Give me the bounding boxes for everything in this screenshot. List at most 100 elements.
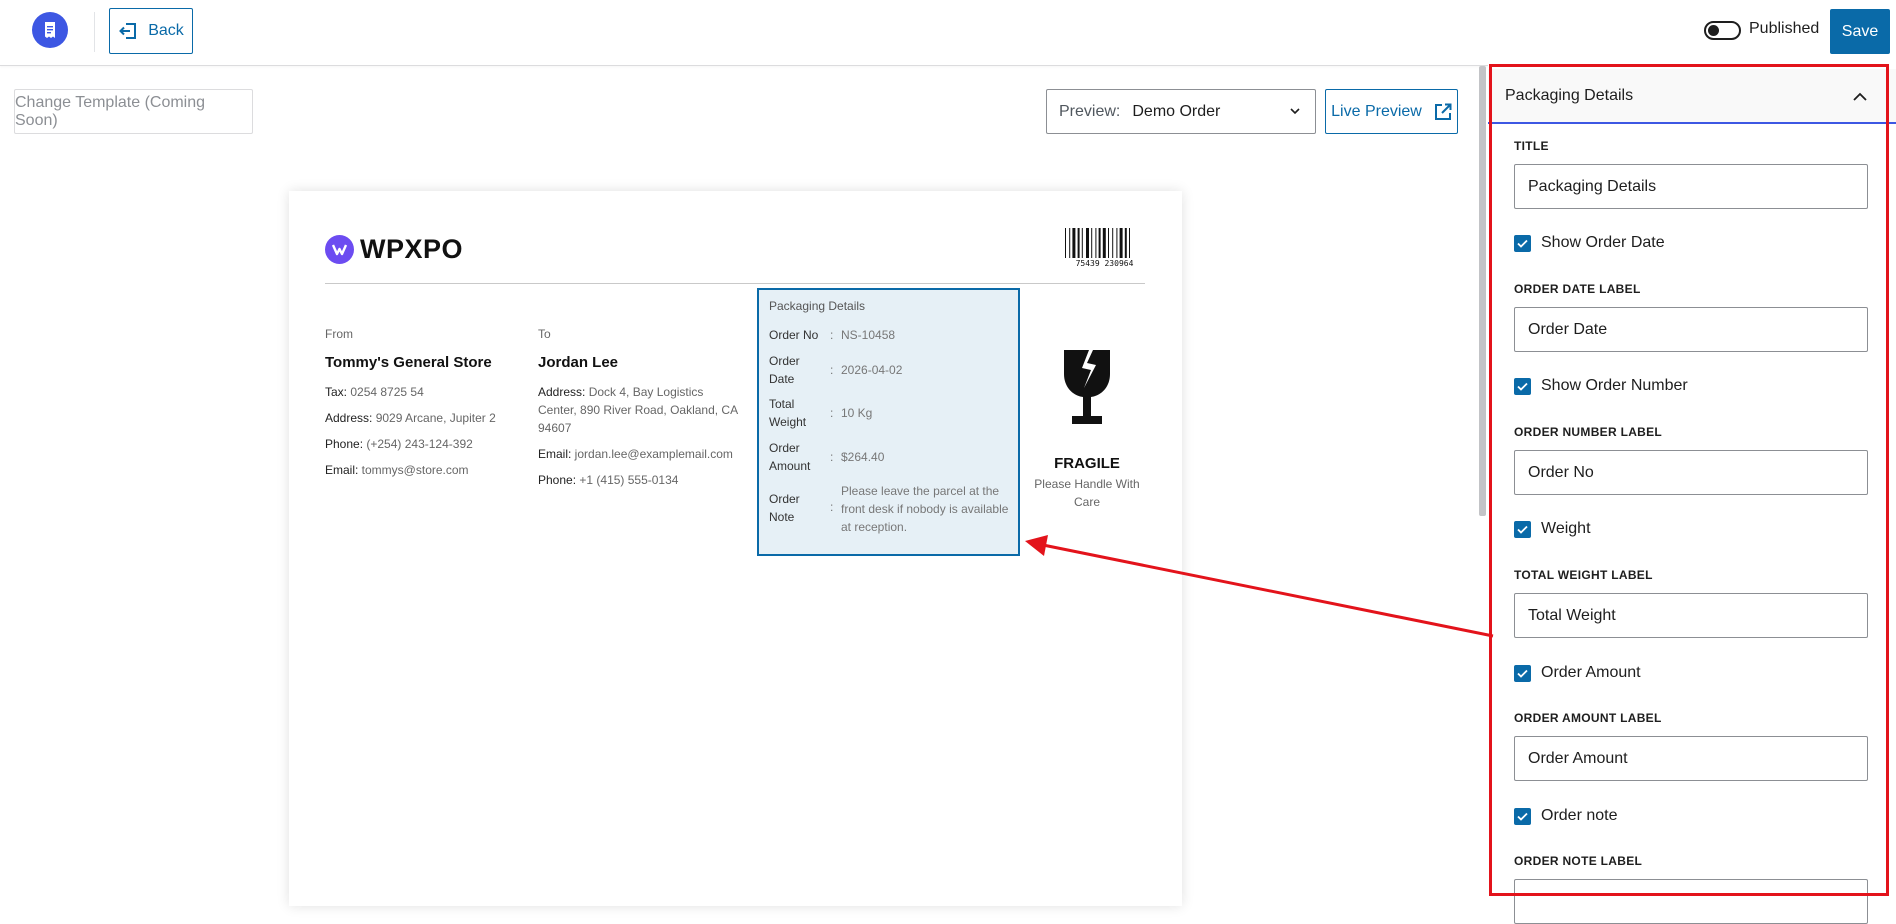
- from-line: Tax: 0254 8725 54: [325, 383, 515, 401]
- row-separator: :: [830, 450, 834, 464]
- order-amount-field-label: ORDER AMOUNT LABEL: [1514, 711, 1662, 725]
- chevron-down-icon: [1290, 108, 1300, 115]
- order-amount-input[interactable]: Order Amount: [1514, 736, 1868, 781]
- to-heading: To: [538, 327, 551, 341]
- toggle-knob: [1708, 25, 1719, 36]
- barcode-bar: [1095, 228, 1097, 258]
- wpxpo-logo-icon: [325, 235, 354, 264]
- total-weight-input[interactable]: Total Weight: [1514, 593, 1868, 638]
- barcode-bar: [1129, 228, 1130, 258]
- row-separator: :: [830, 363, 834, 377]
- barcode-bar: [1065, 228, 1066, 258]
- header-divider: [325, 283, 1145, 284]
- packaging-details-block[interactable]: Packaging Details Order No : NS-10458 Or…: [757, 288, 1020, 556]
- checkbox-checked-icon: [1514, 807, 1531, 825]
- wpxpo-mark: [331, 244, 348, 256]
- checkbox-label: Order note: [1541, 807, 1618, 824]
- to-column: To Jordan Lee Address: Dock 4, Bay Logis…: [538, 327, 738, 497]
- show-order-number-checkbox[interactable]: Show Order Number: [1514, 377, 1688, 395]
- settings-panel: Packaging Details TITLE Packaging Detail…: [1488, 64, 1896, 924]
- live-preview-button[interactable]: Live Preview: [1325, 89, 1458, 134]
- panel-section-header[interactable]: Packaging Details: [1488, 69, 1896, 124]
- row-key: Total Weight: [769, 397, 807, 429]
- row-separator: :: [830, 406, 834, 420]
- brand-name: WPXPO: [360, 234, 464, 264]
- checkbox-label: Order Amount: [1541, 664, 1641, 681]
- top-bar: Back Published Save: [0, 0, 1896, 66]
- to-line: Phone: +1 (415) 555-0134: [538, 471, 738, 489]
- row-separator: :: [830, 328, 834, 342]
- barcode-bar: [1116, 228, 1118, 258]
- title-input[interactable]: Packaging Details: [1514, 164, 1868, 209]
- to-line-key: Phone:: [538, 473, 577, 487]
- fragile-subtitle: Please Handle With Care: [1034, 477, 1140, 509]
- row-value: NS-10458: [841, 328, 896, 342]
- preview-label: Preview:: [1059, 102, 1121, 120]
- checkbox-checked-icon: [1514, 234, 1531, 252]
- barcode-bar: [1124, 228, 1127, 258]
- barcode-bar: [1081, 228, 1083, 258]
- divider: [94, 12, 95, 52]
- save-button[interactable]: Save: [1830, 9, 1890, 54]
- row-value: 10 Kg: [841, 406, 873, 420]
- show-order-date-checkbox[interactable]: Show Order Date: [1514, 234, 1665, 252]
- to-line-key: Email:: [538, 447, 572, 461]
- change-template-button[interactable]: Change Template (Coming Soon): [14, 89, 253, 134]
- from-line-key: Phone:: [325, 437, 364, 451]
- order-number-input[interactable]: Order No: [1514, 450, 1868, 495]
- external-link-icon: [1434, 103, 1452, 120]
- to-name: Jordan Lee: [538, 354, 619, 371]
- order-number-field-label: ORDER NUMBER LABEL: [1514, 425, 1663, 439]
- from-line-value: 0254 8725 54: [347, 385, 424, 399]
- barcode-bar: [1119, 228, 1123, 258]
- row-key: Order No: [769, 328, 819, 342]
- checkbox-label: Weight: [1541, 520, 1591, 537]
- receipt-icon[interactable]: [32, 12, 68, 48]
- back-button[interactable]: Back: [109, 8, 193, 54]
- order-date-input[interactable]: Order Date: [1514, 307, 1868, 352]
- order-amount-checkbox[interactable]: Order Amount: [1514, 664, 1641, 682]
- back-label: Back: [148, 22, 184, 39]
- invoice-preview: WPXPO 75439 230964 From Tommy's General …: [289, 191, 1182, 906]
- row-value: 2026-04-02: [841, 363, 903, 377]
- published-toggle[interactable]: [1704, 21, 1741, 40]
- to-line: Address: Dock 4, Bay Logistics Center, 8…: [538, 383, 738, 437]
- row-value: Please leave the parcel at the front des…: [841, 484, 1009, 534]
- barcode-bar: [1086, 228, 1089, 258]
- from-line-key: Address:: [325, 411, 373, 425]
- canvas-scrollbar[interactable]: [1479, 66, 1486, 516]
- checkbox-checked-icon: [1514, 377, 1531, 395]
- barcode-bar: [1098, 228, 1101, 258]
- receipt-glyph: [45, 22, 55, 38]
- from-column: From Tommy's General Store Tax: 0254 872…: [325, 327, 515, 487]
- from-line-key: Email:: [325, 463, 359, 477]
- packaging-title: Packaging Details: [769, 299, 866, 313]
- barcode-bar: [1108, 228, 1109, 258]
- preview-select[interactable]: Preview: Demo Order: [1046, 89, 1316, 134]
- fragile-block: FRAGILE Please Handle With Care: [1027, 348, 1147, 511]
- order-note-input[interactable]: [1514, 879, 1868, 924]
- row-key: Order Note: [769, 492, 800, 524]
- barcode-bar: [1102, 228, 1106, 258]
- title-field-label: TITLE: [1514, 139, 1549, 153]
- preview-value: Demo Order: [1132, 102, 1221, 120]
- order-note-checkbox[interactable]: Order note: [1514, 807, 1617, 825]
- chevron-up-icon[interactable]: [1852, 89, 1868, 105]
- fragile-title: FRAGILE: [1054, 455, 1120, 472]
- row-separator: :: [830, 500, 834, 514]
- to-line-key: Address:: [538, 385, 586, 399]
- panel-section-title: Packaging Details: [1505, 86, 1634, 104]
- brand-logo: WPXPO: [325, 234, 463, 265]
- weight-checkbox[interactable]: Weight: [1514, 520, 1591, 538]
- live-preview-label: Live Preview: [1331, 102, 1422, 120]
- row-value: $264.40: [841, 450, 885, 464]
- from-line: Phone: (+254) 243-124-392: [325, 435, 515, 453]
- barcode-bar: [1077, 228, 1080, 258]
- checkbox-label: Show Order Number: [1541, 377, 1688, 394]
- barcode-bar: [1091, 228, 1093, 258]
- from-line: Email: tommys@store.com: [325, 461, 515, 479]
- row-key: Order Amount: [769, 441, 811, 473]
- from-name: Tommy's General Store: [325, 354, 492, 371]
- from-line-value: (+254) 243-124-392: [363, 437, 473, 451]
- barcode-bar: [1112, 228, 1114, 258]
